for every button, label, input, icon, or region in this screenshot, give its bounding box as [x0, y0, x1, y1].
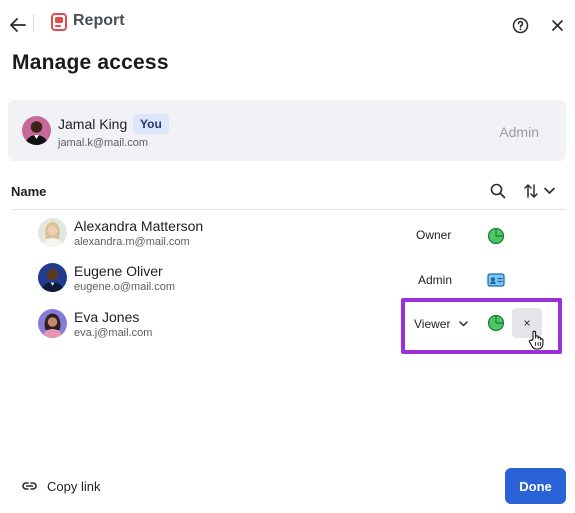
current-user-card: Jamal King You jamal.k@mail.com Admin: [8, 100, 566, 161]
hand-cursor-icon: [528, 330, 544, 350]
sort-arrows-icon: [524, 184, 538, 198]
arrow-left-icon: [10, 18, 26, 32]
you-badge: You: [133, 114, 169, 134]
avatar: [38, 263, 67, 292]
copy-link-button[interactable]: Copy link: [21, 477, 100, 495]
member-email: eva.j@mail.com: [74, 327, 153, 339]
header-divider: [33, 14, 34, 32]
member-role: Owner: [416, 228, 452, 242]
chevron-down-icon: [544, 187, 555, 194]
avatar: [22, 116, 51, 145]
member-email: alexandra.m@mail.com: [74, 236, 190, 248]
done-button[interactable]: Done: [505, 468, 566, 504]
role-dropdown-value: Viewer: [414, 317, 451, 331]
current-user-role: Admin: [499, 124, 539, 140]
page-title: Manage access: [12, 51, 169, 74]
top-bar: Report: [0, 0, 575, 46]
member-role: Admin: [418, 273, 453, 287]
current-user-email: jamal.k@mail.com: [58, 137, 149, 149]
chevron-down-icon: [459, 321, 469, 327]
pie-chart-icon: [487, 314, 505, 332]
report-icon: [51, 13, 67, 31]
done-label: Done: [519, 478, 552, 494]
link-icon: [22, 482, 37, 490]
member-row: Eugene Oliver eugene.o@mail.com Admin: [0, 255, 575, 299]
remove-label: ×: [523, 316, 531, 330]
name-column-header: Name: [11, 184, 47, 199]
sort-button[interactable]: [524, 182, 558, 200]
member-email: eugene.o@mail.com: [74, 281, 176, 293]
member-name: Eugene Oliver: [74, 263, 163, 279]
copy-link-label: Copy link: [47, 478, 101, 494]
search-icon[interactable]: [490, 183, 506, 199]
close-icon[interactable]: [550, 18, 565, 33]
avatar: [38, 309, 67, 338]
current-user-name: Jamal King: [58, 116, 128, 132]
role-dropdown[interactable]: Viewer: [414, 316, 478, 332]
pie-chart-icon: [487, 227, 505, 245]
member-name: Eva Jones: [74, 309, 140, 325]
id-card-icon: [487, 273, 505, 287]
question-circle-icon[interactable]: [512, 17, 529, 34]
avatar: [38, 218, 67, 247]
member-name: Alexandra Matterson: [74, 218, 204, 234]
back-button[interactable]: [8, 15, 28, 35]
member-row: Alexandra Matterson alexandra.m@mail.com…: [0, 210, 575, 254]
app-title: Report: [73, 12, 125, 29]
